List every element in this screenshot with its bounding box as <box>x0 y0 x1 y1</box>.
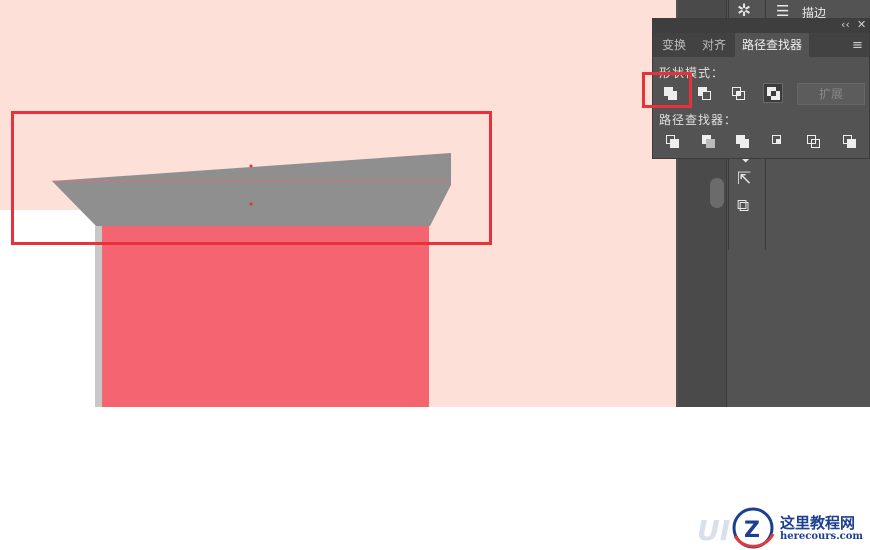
watermark-title: 这里教程网 <box>780 514 856 532</box>
gray-trapezoid-shape[interactable] <box>52 153 451 226</box>
close-icon[interactable]: ✕ <box>857 18 866 31</box>
tab-pathfinder[interactable]: 路径查找器 <box>735 33 809 57</box>
crop-button[interactable] <box>769 132 789 152</box>
panel-menu-icon[interactable]: ≡ <box>852 38 863 53</box>
divide-button[interactable] <box>663 132 683 152</box>
export-icon[interactable]: ⇱ <box>737 170 751 188</box>
shape-center-point[interactable] <box>249 202 253 206</box>
merge-button[interactable] <box>733 132 753 152</box>
minus-front-button[interactable] <box>695 84 715 104</box>
watermark-url: herecours.com <box>780 531 864 542</box>
dock-scrollbar-thumb[interactable] <box>710 178 724 208</box>
svg-text:Z: Z <box>744 518 760 543</box>
collapse-panel-icon[interactable]: ‹‹ <box>841 18 850 31</box>
pathfinders-label: 路径查找器： <box>659 113 738 127</box>
shape-mode-highlight-box <box>642 72 692 108</box>
expand-button[interactable]: 扩展 <box>797 83 865 105</box>
pathfinder-icon[interactable]: ⧉ <box>737 197 749 215</box>
svg-text:UI: UI <box>697 514 730 547</box>
minus-back-button[interactable] <box>840 132 860 152</box>
trim-button[interactable] <box>699 132 719 152</box>
shape-anchor-point[interactable] <box>249 164 253 168</box>
panel-tabs: 变换 对齐 路径查找器 ≡ <box>653 33 869 57</box>
tab-transform[interactable]: 变换 <box>653 33 695 57</box>
selected-shapes-layer[interactable] <box>0 0 520 260</box>
intersect-button[interactable] <box>729 84 749 104</box>
outline-button[interactable] <box>804 132 824 152</box>
exclude-button[interactable] <box>763 83 783 103</box>
panel-title-bar[interactable]: ‹‹ ✕ <box>653 18 869 33</box>
tab-align[interactable]: 对齐 <box>695 33 733 57</box>
